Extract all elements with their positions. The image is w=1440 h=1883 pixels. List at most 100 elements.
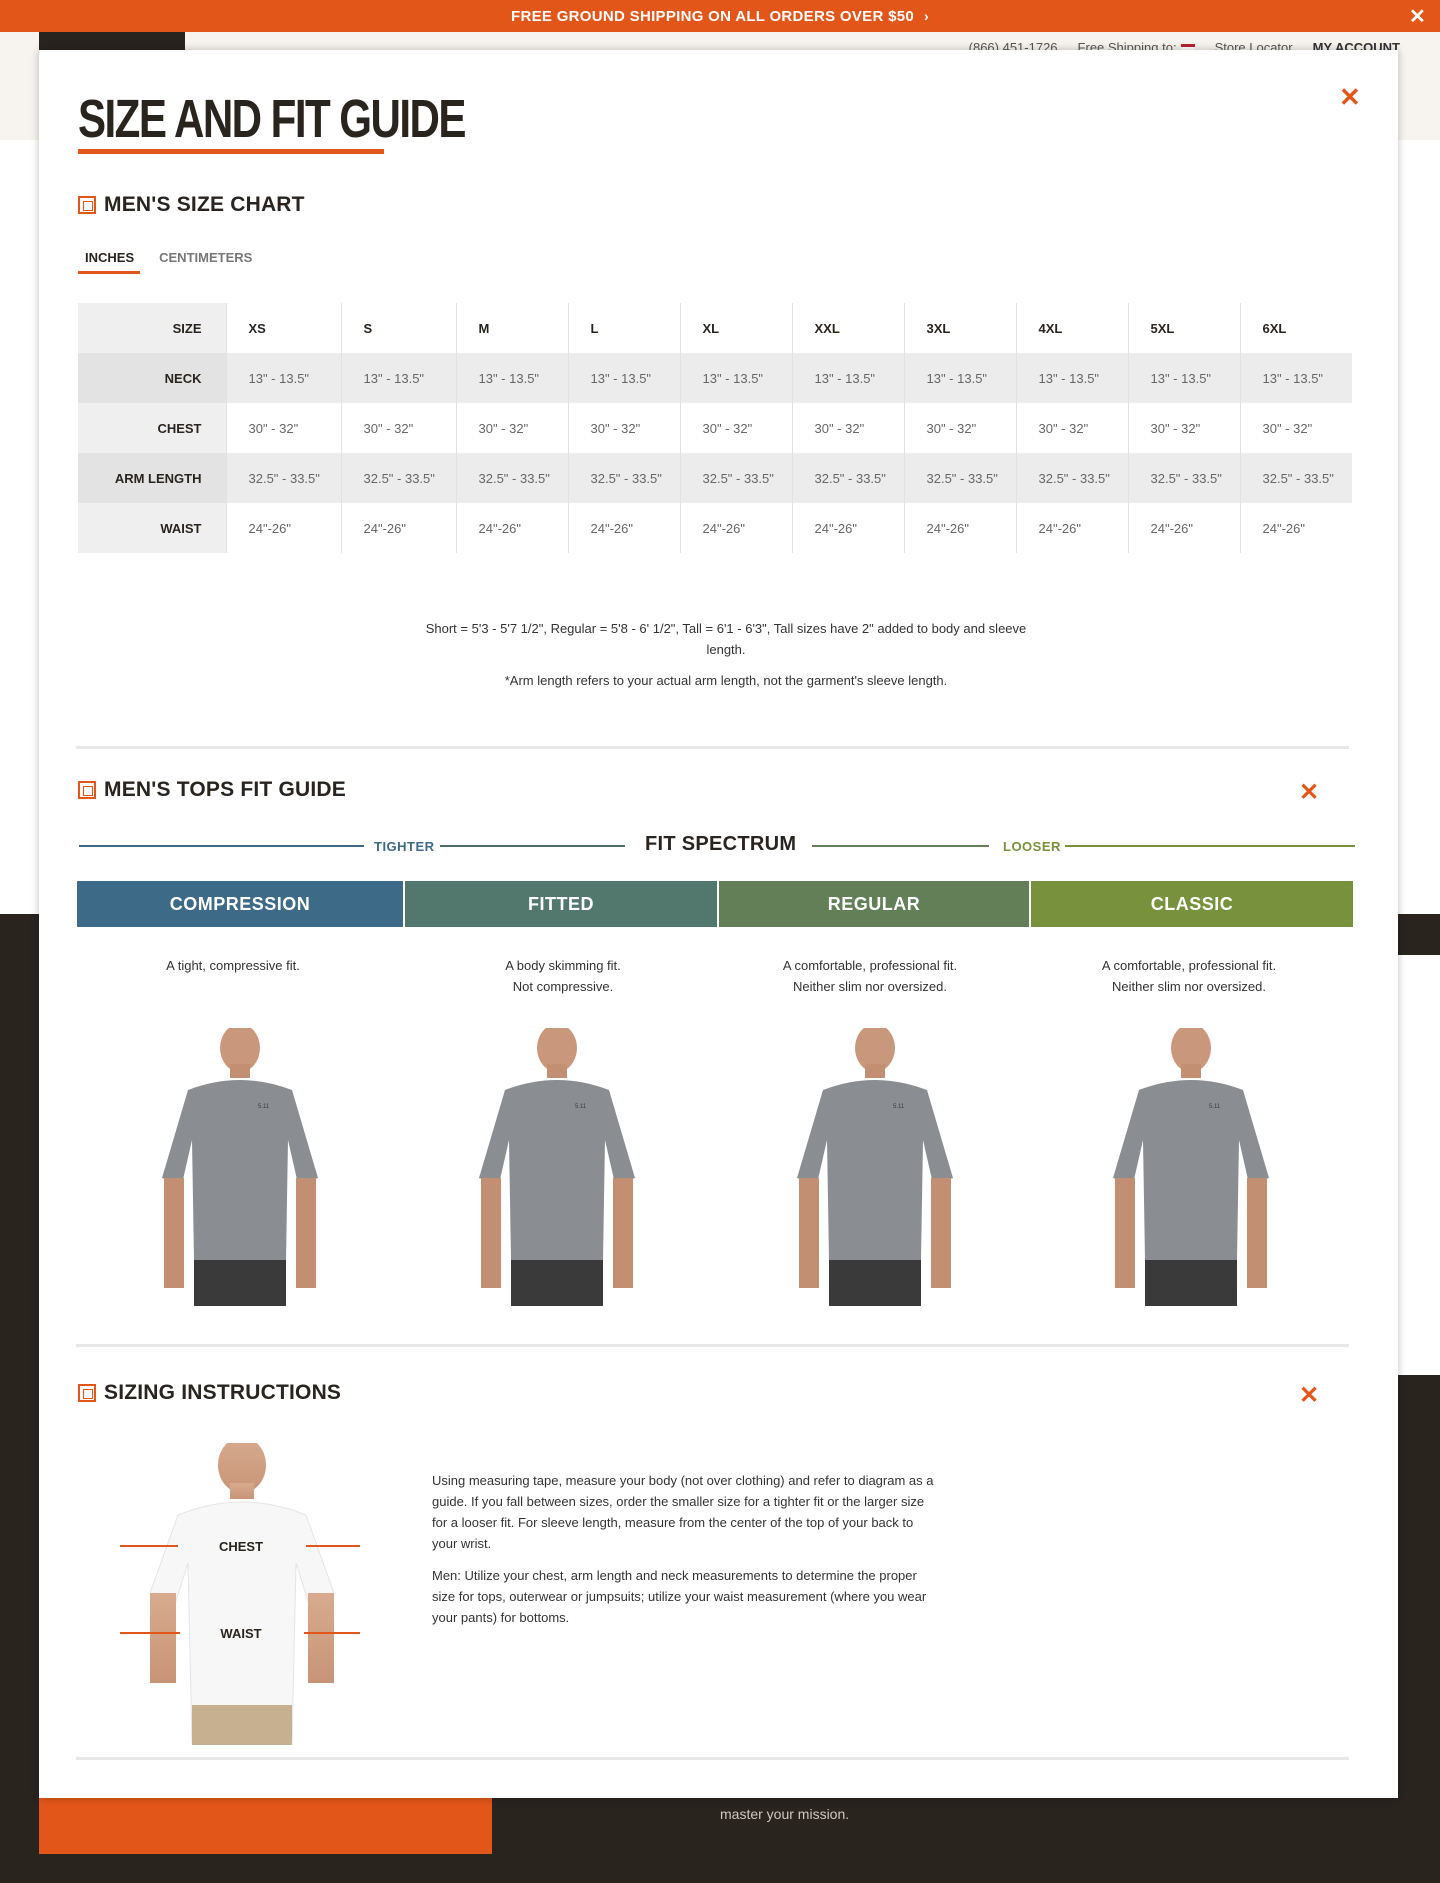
table-cell: 13" - 13.5" — [1239, 353, 1352, 403]
size-header-cell: S — [340, 303, 456, 353]
table-cell: 24"-26" — [567, 503, 680, 553]
table-cell: 32.5" - 33.5" — [340, 453, 456, 503]
footer-cta[interactable] — [39, 1798, 492, 1854]
table-cell: 32.5" - 33.5" — [1239, 453, 1352, 503]
chevron-right-icon: › — [924, 8, 929, 24]
tops-fit-heading[interactable]: MEN'S TOPS FIT GUIDE — [78, 778, 346, 802]
table-cell: 32.5" - 33.5" — [903, 453, 1016, 503]
table-cell: 13" - 13.5" — [791, 353, 904, 403]
table-cell: 24"-26" — [1127, 503, 1240, 553]
table-cell: 24"-26" — [225, 503, 341, 553]
fit-compression[interactable]: COMPRESSION — [77, 881, 403, 927]
table-cell: 24"-26" — [903, 503, 1016, 553]
table-cell: 13" - 13.5" — [1015, 353, 1128, 403]
fit-spectrum-title: FIT SPECTRUM — [645, 833, 797, 855]
measurement-diagram: CHEST WAIST — [120, 1443, 360, 1745]
table-cell: 24"-26" — [1239, 503, 1352, 553]
classic-model-image: 5.11 — [1091, 1024, 1291, 1306]
table-cell: 30" - 32" — [455, 403, 568, 453]
row-label: SIZE — [78, 303, 226, 353]
table-cell: 24"-26" — [455, 503, 568, 553]
section-divider — [76, 1757, 1349, 1760]
table-cell: 32.5" - 33.5" — [455, 453, 568, 503]
spectrum-line-left — [79, 845, 364, 847]
tab-inches[interactable]: INCHES — [78, 250, 141, 274]
shirt-logo-text: 5.11 — [1209, 1104, 1221, 1110]
compression-model-image: 5.11 — [140, 1024, 340, 1306]
promo-close-icon[interactable]: ✕ — [1409, 4, 1426, 29]
fit-regular[interactable]: REGULAR — [719, 881, 1029, 927]
table-row: SIZE XS S M L XL XXL 3XL 4XL 5XL 6XL — [78, 303, 1352, 353]
table-row: ARM LENGTH 32.5" - 33.5" 32.5" - 33.5" 32.5… — [78, 453, 1352, 503]
table-cell: 13" - 13.5" — [679, 353, 792, 403]
size-header-cell: 3XL — [903, 303, 1016, 353]
size-chart-heading[interactable]: MEN'S SIZE CHART — [78, 193, 305, 217]
table-cell: 30" - 32" — [567, 403, 680, 453]
table-row: NECK 13" - 13.5" 13" - 13.5" 13" - 13.5" 13"… — [78, 353, 1352, 403]
sizing-paragraph-2: Men: Utilize your chest, arm length and … — [432, 1568, 927, 1625]
promo-banner[interactable]: FREE GROUND SHIPPING ON ALL ORDERS OVER … — [0, 0, 1440, 32]
spectrum-line-center-right — [812, 845, 989, 847]
table-cell: 30" - 32" — [225, 403, 341, 453]
fit-desc-classic: A comfortable, professional fit. Neither … — [1101, 958, 1277, 994]
row-label: WAIST — [78, 503, 226, 553]
fit-classic[interactable]: CLASSIC — [1031, 881, 1353, 927]
size-header-cell: 5XL — [1127, 303, 1240, 353]
sizing-paragraph-1: Using measuring tape, measure your body … — [432, 1473, 934, 1551]
size-header-cell: 4XL — [1015, 303, 1128, 353]
table-cell: 32.5" - 33.5" — [791, 453, 904, 503]
table-cell: 13" - 13.5" — [1127, 353, 1240, 403]
size-header-cell: M — [455, 303, 568, 353]
size-header-cell: XS — [225, 303, 341, 353]
background-panel — [1398, 955, 1440, 1375]
waist-label: WAIST — [220, 1626, 261, 1641]
page-title: SIZE AND FIT GUIDE — [78, 89, 466, 149]
collapse-icon[interactable] — [78, 196, 96, 214]
promo-text: FREE GROUND SHIPPING ON ALL ORDERS OVER … — [511, 7, 914, 25]
size-header-cell: L — [567, 303, 680, 353]
shirt-logo-text: 5.11 — [575, 1104, 587, 1110]
table-cell: 32.5" - 33.5" — [679, 453, 792, 503]
table-cell: 24"-26" — [791, 503, 904, 553]
chest-label: CHEST — [219, 1539, 263, 1554]
fit-desc-fitted: A body skimming fit. Not compressive. — [505, 958, 621, 994]
spectrum-line-right — [1065, 845, 1355, 847]
row-label: CHEST — [78, 403, 226, 453]
size-header-cell: XXL — [791, 303, 904, 353]
table-cell: 13" - 13.5" — [340, 353, 456, 403]
table-cell: 32.5" - 33.5" — [225, 453, 341, 503]
fit-desc-compression: A tight, compressive fit. — [166, 958, 300, 973]
table-cell: 30" - 32" — [340, 403, 456, 453]
tab-centimeters[interactable]: CENTIMETERS — [152, 250, 258, 274]
table-cell: 24"-26" — [340, 503, 456, 553]
table-cell: 30" - 32" — [791, 403, 904, 453]
collapse-icon[interactable] — [78, 781, 96, 799]
table-cell: 30" - 32" — [1127, 403, 1240, 453]
shirt-logo-text: 5.11 — [893, 1104, 905, 1110]
table-cell: 13" - 13.5" — [567, 353, 680, 403]
table-cell: 24"-26" — [679, 503, 792, 553]
sizing-instructions-heading[interactable]: SIZING INSTRUCTIONS — [78, 1381, 341, 1405]
size-header-cell: XL — [679, 303, 792, 353]
sizing-close-icon[interactable]: ✕ — [1299, 1381, 1319, 1410]
footer-text: master your mission. — [720, 1806, 850, 1822]
row-label: ARM LENGTH — [78, 453, 226, 503]
table-cell: 13" - 13.5" — [225, 353, 341, 403]
row-label: NECK — [78, 353, 226, 403]
size-header-cell: 6XL — [1239, 303, 1352, 353]
tighter-label: TIGHTER — [374, 839, 435, 854]
looser-label: LOOSER — [1003, 839, 1061, 854]
table-cell: 30" - 32" — [903, 403, 1016, 453]
size-table: SIZE XS S M L XL XXL 3XL 4XL 5XL 6XL NECK 13" - 13.5… — [78, 303, 1352, 553]
fit-fitted[interactable]: FITTED — [405, 881, 717, 927]
spectrum-line-center-left — [440, 845, 625, 847]
tops-fit-close-icon[interactable]: ✕ — [1299, 778, 1319, 807]
collapse-icon[interactable] — [78, 1384, 96, 1402]
title-underline — [78, 149, 384, 154]
modal-close-icon[interactable]: ✕ — [1339, 82, 1361, 113]
fitted-model-image: 5.11 — [457, 1024, 657, 1306]
section-divider — [76, 746, 1349, 749]
table-row: WAIST 24"-26" 24"-26" 24"-26" 24"-26" 24"-26"… — [78, 503, 1352, 553]
site-logo[interactable] — [39, 32, 185, 52]
section-divider — [76, 1344, 1349, 1347]
